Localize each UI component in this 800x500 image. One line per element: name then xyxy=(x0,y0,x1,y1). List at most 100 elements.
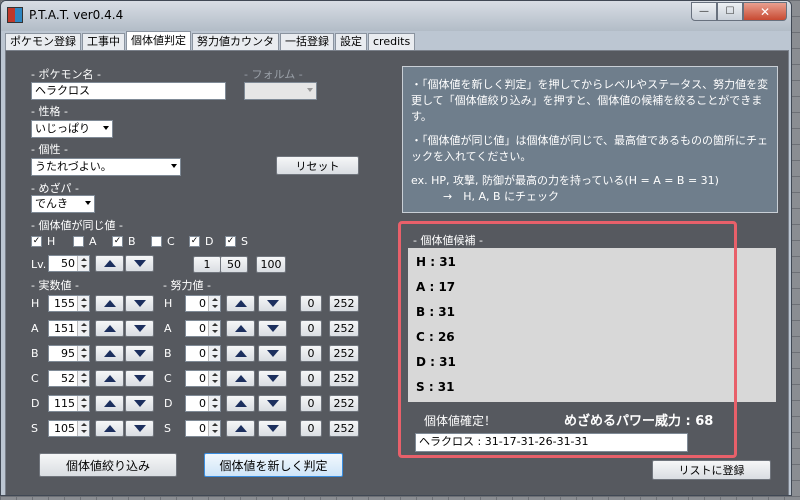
ev-key-label: D xyxy=(164,397,173,410)
candidate-row: H : 31 xyxy=(416,255,456,269)
level-up-button[interactable] xyxy=(95,255,124,272)
ev-down-button[interactable] xyxy=(258,395,287,412)
close-button[interactable]: ✕ xyxy=(743,2,787,21)
ev-down-button[interactable] xyxy=(258,320,287,337)
same-iv-checkbox-d[interactable]: ✓ D xyxy=(189,235,213,248)
ev-max-button[interactable]: 252 xyxy=(329,370,359,387)
ev-up-button[interactable] xyxy=(226,420,255,437)
ev-max-button[interactable]: 252 xyxy=(329,395,359,412)
stat-up-button[interactable] xyxy=(95,320,124,337)
ev-up-button[interactable] xyxy=(226,295,255,312)
stat-key-label: B xyxy=(31,347,39,360)
window-title: P.T.A.T. ver0.4.4 xyxy=(29,8,124,22)
stat-up-button[interactable] xyxy=(95,395,124,412)
checkbox-label: H xyxy=(47,234,56,248)
tab-under-construction[interactable]: 工事中 xyxy=(82,33,125,50)
checkbox-label: A xyxy=(89,234,97,248)
stat-up-button[interactable] xyxy=(95,345,124,362)
level-stepper[interactable]: 50 xyxy=(48,255,90,272)
stat-down-button[interactable] xyxy=(125,295,154,312)
stat-down-button[interactable] xyxy=(125,395,154,412)
ev-up-button[interactable] xyxy=(226,320,255,337)
ev-max-button[interactable]: 252 xyxy=(329,420,359,437)
minimize-button[interactable]: — xyxy=(691,2,717,21)
level-preset-50-button[interactable]: 50 xyxy=(220,256,248,273)
level-preset-100-button[interactable]: 100 xyxy=(256,256,286,273)
stat-down-button[interactable] xyxy=(125,345,154,362)
iv-confirmed-label: 個体値確定！ xyxy=(424,414,497,428)
checkbox-box xyxy=(151,235,162,247)
ev-up-button[interactable] xyxy=(226,370,255,387)
ev-zero-button[interactable]: 0 xyxy=(300,370,322,387)
level-label: Lv. xyxy=(31,258,47,271)
hidden-power-select[interactable]: でんき xyxy=(31,195,95,213)
ev-stepper[interactable]: 0 xyxy=(185,295,221,312)
ev-zero-button[interactable]: 0 xyxy=(300,420,322,437)
ev-up-button[interactable] xyxy=(226,345,255,362)
same-iv-checkbox-c[interactable]: C xyxy=(151,234,175,248)
ev-zero-button[interactable]: 0 xyxy=(300,395,322,412)
ev-max-button[interactable]: 252 xyxy=(329,320,359,337)
pokemon-name-input[interactable]: ヘラクロス xyxy=(31,82,226,100)
ev-down-button[interactable] xyxy=(258,345,287,362)
form-select[interactable] xyxy=(244,82,317,100)
tab-bulk-register[interactable]: 一括登録 xyxy=(280,33,334,50)
tab-iv-judge[interactable]: 個体値判定 xyxy=(126,31,191,50)
ev-zero-button[interactable]: 0 xyxy=(300,345,322,362)
ev-up-button[interactable] xyxy=(226,395,255,412)
ev-down-button[interactable] xyxy=(258,420,287,437)
actual-stat-stepper[interactable]: 155 xyxy=(48,295,90,312)
level-down-button[interactable] xyxy=(125,255,154,272)
tab-ev-counter[interactable]: 努力値カウンタ xyxy=(192,33,279,50)
tab-credits[interactable]: credits xyxy=(368,33,416,50)
tab-settings[interactable]: 設定 xyxy=(335,33,367,50)
narrow-iv-button[interactable]: 個体値絞り込み xyxy=(39,453,177,477)
same-iv-checkbox-h[interactable]: ✓ H xyxy=(31,234,56,248)
actual-stat-stepper[interactable]: 105 xyxy=(48,420,90,437)
same-iv-checkbox-b[interactable]: ✓ B xyxy=(112,235,136,248)
add-to-list-button[interactable]: リストに登録 xyxy=(652,460,771,480)
same-iv-checkbox-s[interactable]: ✓ S xyxy=(225,235,248,248)
stat-up-button[interactable] xyxy=(95,420,124,437)
candidate-row: C : 26 xyxy=(416,330,455,344)
form-label: - フォルム - xyxy=(244,68,303,81)
tab-pokemon-register[interactable]: ポケモン登録 xyxy=(5,33,81,50)
level-preset-1-button[interactable]: 1 xyxy=(193,256,221,273)
actual-stat-stepper[interactable]: 95 xyxy=(48,345,90,362)
ev-max-button[interactable]: 252 xyxy=(329,295,359,312)
ev-stepper[interactable]: 0 xyxy=(185,320,221,337)
ev-stepper[interactable]: 0 xyxy=(185,420,221,437)
nature-select[interactable]: いじっぱり xyxy=(31,120,113,138)
characteristic-select[interactable]: うたれづよい。 xyxy=(31,158,181,176)
ev-stepper[interactable]: 0 xyxy=(185,345,221,362)
checkbox-box: ✓ xyxy=(225,235,236,247)
stat-down-button[interactable] xyxy=(125,420,154,437)
result-summary-field[interactable]: ヘラクロス : 31-17-31-26-31-31 xyxy=(415,433,688,452)
checkbox-label: C xyxy=(167,234,175,248)
actual-stat-stepper[interactable]: 52 xyxy=(48,370,90,387)
stat-up-button[interactable] xyxy=(95,295,124,312)
checkbox-box xyxy=(73,235,84,247)
ev-zero-button[interactable]: 0 xyxy=(300,320,322,337)
ev-key-label: B xyxy=(164,347,172,360)
ev-down-button[interactable] xyxy=(258,370,287,387)
hidden-power-label: - めざパ - xyxy=(31,182,79,195)
stat-up-button[interactable] xyxy=(95,370,124,387)
ev-zero-button[interactable]: 0 xyxy=(300,295,322,312)
help-example-result: → H, A, B にチェック xyxy=(443,190,560,203)
ev-key-label: H xyxy=(164,297,173,310)
characteristic-label: - 個性 - xyxy=(31,143,68,156)
nature-label: - 性格 - xyxy=(31,105,68,118)
reset-button[interactable]: リセット xyxy=(276,156,359,175)
stat-down-button[interactable] xyxy=(125,320,154,337)
ev-stepper[interactable]: 0 xyxy=(185,370,221,387)
same-iv-checkbox-a[interactable]: A xyxy=(73,234,97,248)
actual-stat-stepper[interactable]: 115 xyxy=(48,395,90,412)
actual-stat-stepper[interactable]: 151 xyxy=(48,320,90,337)
ev-max-button[interactable]: 252 xyxy=(329,345,359,362)
stat-down-button[interactable] xyxy=(125,370,154,387)
ev-stepper[interactable]: 0 xyxy=(185,395,221,412)
maximize-button[interactable]: ☐ xyxy=(717,2,743,21)
ev-down-button[interactable] xyxy=(258,295,287,312)
new-judge-button[interactable]: 個体値を新しく判定 xyxy=(204,453,343,477)
